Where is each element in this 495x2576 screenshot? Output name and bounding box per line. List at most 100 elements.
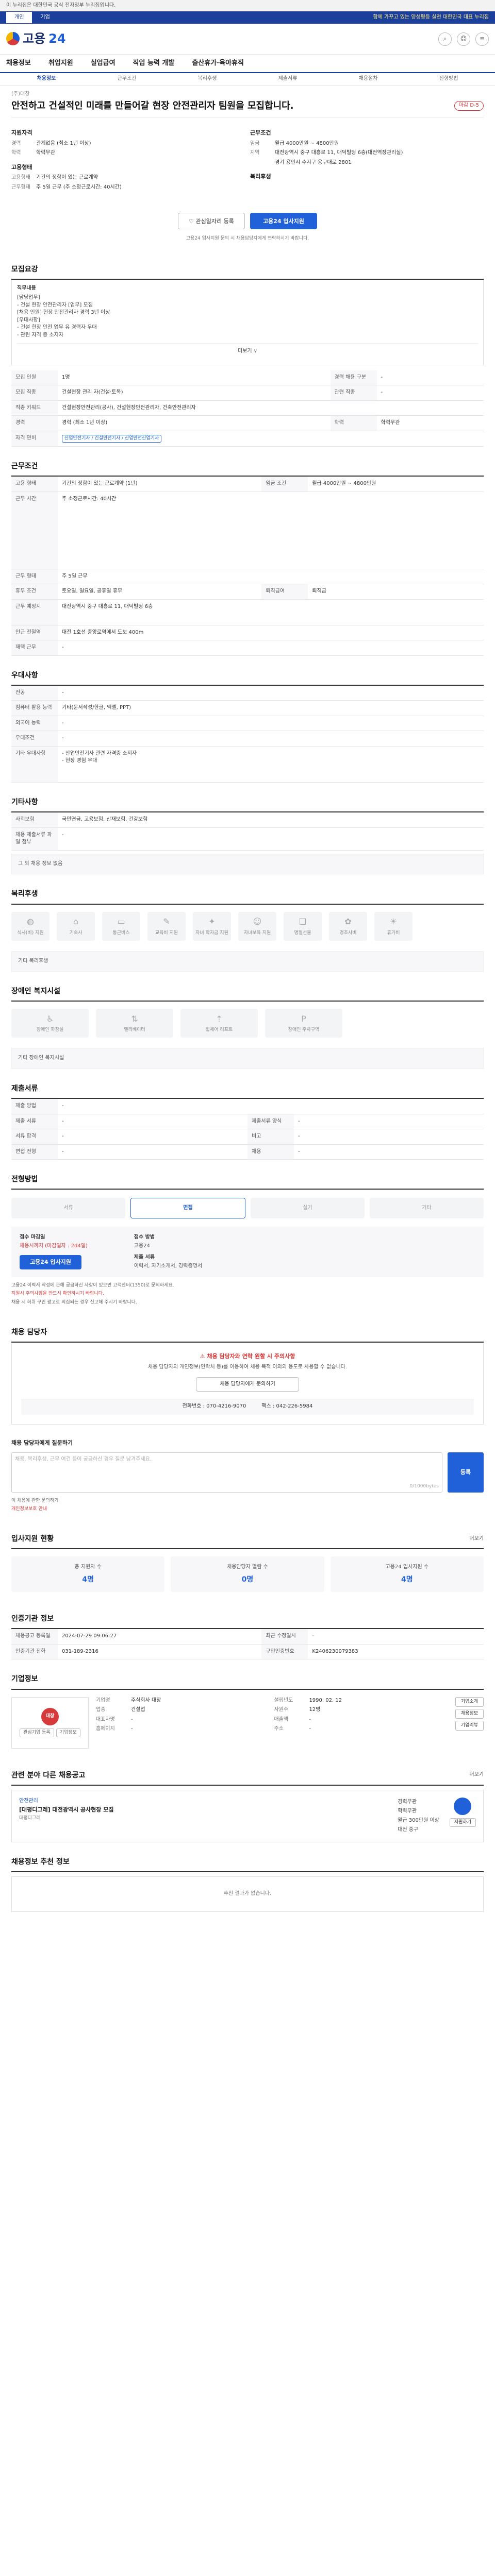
table-row: 자격 면허 산업안전기사 / 건설안전기사 / 산업안전산업기사 <box>11 431 484 447</box>
nav-leave[interactable]: 출산휴가·육아휴직 <box>192 59 244 69</box>
table-value: - <box>294 1129 484 1145</box>
parking-icon: P <box>301 1014 306 1024</box>
note-item: 채용 시 허위 구인 광고로 의심되는 경우 신고해 주시기 바랍니다. <box>11 1299 137 1305</box>
recruit-table: 모집 인원 1명 경력 채용 구분 - 모집 직종 건설현장 관리 자(건설·토목) 관련… <box>11 370 484 447</box>
table-key: 최근 수정일시 <box>261 1629 308 1645</box>
section-title: 기업정보 <box>11 1674 484 1690</box>
company-actions: 기업소개 채용정보 기업리뷰 <box>455 1697 484 1731</box>
related-card[interactable]: 안전관리 [대평디그레] 대전광역시 공사현장 모집 대평디그레 경력무관 학력… <box>11 1789 484 1842</box>
user-icon[interactable]: ☺ <box>457 32 470 46</box>
table-key: 제출 서류 <box>11 1114 58 1130</box>
tab-conditions[interactable]: 근무조건 <box>87 75 167 83</box>
summary-key <box>250 159 275 167</box>
table-row: 근무 시간 주 소정근로시간: 40시간 <box>11 492 484 569</box>
table-row: 컴퓨터 활용 능력 기타(문서작성/한글, 엑셀, PPT) <box>11 700 484 716</box>
menu-icon[interactable]: ≡ <box>475 32 489 46</box>
more-link[interactable]: 더보기 <box>469 1535 484 1543</box>
table-value: - <box>58 731 484 747</box>
site-logo[interactable]: 고용 24 <box>6 30 66 48</box>
related-meta-item: 학력무관 <box>398 1808 417 1814</box>
tab-docs[interactable]: 제출서류 <box>248 75 328 83</box>
company-name[interactable]: (주)대창 <box>11 91 484 98</box>
table-value: - 산업안전기사 관련 자격증 소지자 - 현장 경험 우대 <box>58 746 484 783</box>
table-key: 인근 전철역 <box>11 625 58 641</box>
step-document: 서류 <box>11 1198 125 1219</box>
apply-method-head: 접수 방법 <box>134 1234 155 1241</box>
related-meta-item: 대전 중구 <box>398 1826 419 1833</box>
apply-box-button[interactable]: 고용24 입사지원 <box>20 1255 81 1270</box>
summary-key: 지역 <box>250 150 260 156</box>
scrap-button[interactable]: ♡ 관심일자리 등록 <box>178 213 245 230</box>
table-value: - <box>58 1144 248 1160</box>
table-value: 퇴직금 <box>308 584 484 600</box>
company-review-button[interactable]: 기업리뷰 <box>455 1720 484 1731</box>
nav-job-info[interactable]: 채용정보 <box>6 59 31 69</box>
inquiry-submit-button[interactable]: 등록 <box>448 1452 484 1493</box>
contact-manager-button[interactable]: 채용 담당자에게 문의하기 <box>196 1377 299 1392</box>
apply-button[interactable]: 고용24 입사지원 <box>250 213 317 230</box>
section-title-text: 입사지원 현황 <box>11 1534 54 1543</box>
tab-personal[interactable]: 개인 <box>6 11 32 24</box>
apply-docs-head: 제출 서류 <box>134 1255 155 1261</box>
summary-key: 임금 <box>250 140 260 146</box>
stat-label: 총 지원자 수 <box>74 1564 102 1570</box>
table-value: 토요일, 일요일, 공휴일 휴무 <box>58 584 262 600</box>
table-row: 모집 인원 1명 경력 채용 구분 - <box>11 370 484 386</box>
tab-recruit[interactable]: 채용정보 <box>6 75 87 83</box>
table-value: 경력 (최소 1년 이상) <box>58 415 331 431</box>
heart-icon: ♡ <box>189 217 196 225</box>
table-key: 모집 직종 <box>11 385 58 401</box>
company-jobs-button[interactable]: 채용정보 <box>455 1708 484 1719</box>
table-key: 자격 면허 <box>11 431 58 447</box>
company-logo-box: 대창 관심기업 등록 기업정보 <box>11 1697 89 1749</box>
nav-unemployment-benefit[interactable]: 실업급여 <box>91 59 116 69</box>
welfare-item: ☺ 자녀보육 지원 <box>238 911 276 941</box>
section-title: 근무조건 <box>11 461 484 477</box>
tab-welfare[interactable]: 복리후생 <box>167 75 248 83</box>
related-title[interactable]: [대평디그레] 대전광역시 공사현장 모집 <box>19 1806 387 1814</box>
favorite-company-button[interactable]: 관심기업 등록 <box>20 1728 54 1738</box>
search-icon[interactable]: ⌕ <box>438 32 452 46</box>
expand-button[interactable]: 더보기 ∨ <box>17 343 478 360</box>
tab-process[interactable]: 채용절차 <box>328 75 408 83</box>
company-info-button[interactable]: 기업정보 <box>56 1728 80 1738</box>
tab-company[interactable]: 기업 <box>32 12 58 24</box>
related-apply-button[interactable]: 지원하기 <box>449 1818 476 1827</box>
nav-skills[interactable]: 직업 능력 개발 <box>133 59 175 69</box>
table-value: - <box>58 827 484 851</box>
tab-method[interactable]: 전형방법 <box>408 75 489 83</box>
disability-item: ⇅ 엘리베이터 <box>96 1009 173 1038</box>
table-key: 전공 <box>11 685 58 701</box>
other-table: 사회보험 국민연금, 고용보험, 산재보험, 건강보험 채용 제출서류 파일 첨부… <box>11 812 484 851</box>
welfare-item: ☀ 휴가비 <box>374 911 412 941</box>
table-value: - <box>294 1114 484 1130</box>
table-key: 경력 채용 구분 <box>330 370 377 386</box>
inquiry-notes: 이 채용에 관한 문의하기 개인정보보호 안내 <box>11 1493 484 1519</box>
section-title: 관련 분야 다른 채용공고 더보기 <box>11 1770 484 1786</box>
note-item[interactable]: 개인정보보호 안내 <box>11 1506 484 1513</box>
topbar-notice[interactable]: 함께 가꾸고 있는 양성평등 실천 대한민국 대표 누리집 <box>373 14 489 22</box>
table-value: - <box>58 1129 248 1145</box>
table-value: 월급 4000만원 ~ 4800만원 <box>308 477 484 492</box>
inquiry-textarea[interactable]: 채용, 복리후생, 근무 여건 등이 궁금하신 경우 질문 남겨주세요. 0/10… <box>11 1452 442 1493</box>
info-key: 사원수 <box>274 1707 289 1713</box>
restroom-icon: ♿ <box>46 1014 54 1024</box>
other-section: 기타사항 사회보험 국민연금, 고용보험, 산재보험, 건강보험 채용 제출서류 … <box>11 797 484 875</box>
company-intro-button[interactable]: 기업소개 <box>455 1697 484 1707</box>
table-key: 제출서류 양식 <box>248 1114 294 1130</box>
applicant-stats: 총 지원자 수 4명 채용담당자 열람 수 0명 고용24 입사지원 수 4명 <box>11 1549 484 1599</box>
scholarship-icon: ✦ <box>208 917 216 927</box>
job-header: (주)대창 안전하고 건설적인 미래를 만들어갈 현장 안전관리자 팀원을 모집… <box>11 86 484 117</box>
table-key: 퇴직급여 <box>261 584 308 600</box>
disability-grid: ♿ 장애인 화장실 ⇅ 엘리베이터 ⇡ 휠체어 리프트 P 장애인 주차구역 <box>11 1002 484 1045</box>
stat-number: 4명 <box>82 1575 94 1584</box>
more-link[interactable]: 더보기 <box>469 1771 484 1779</box>
nav-employment-support[interactable]: 취업지원 <box>48 59 73 69</box>
summary-row: 학력 학력무관 <box>11 149 245 157</box>
welfare-item: ❑ 명절선물 <box>284 911 322 941</box>
table-key: 기타 우대사항 <box>11 746 58 783</box>
table-value: - <box>376 385 484 401</box>
table-key: 관련 직종 <box>330 385 377 401</box>
summary-row: 고용형태 기간의 정함이 있는 근로계약 <box>11 174 245 182</box>
info-key: 홈페이지 <box>96 1726 115 1732</box>
